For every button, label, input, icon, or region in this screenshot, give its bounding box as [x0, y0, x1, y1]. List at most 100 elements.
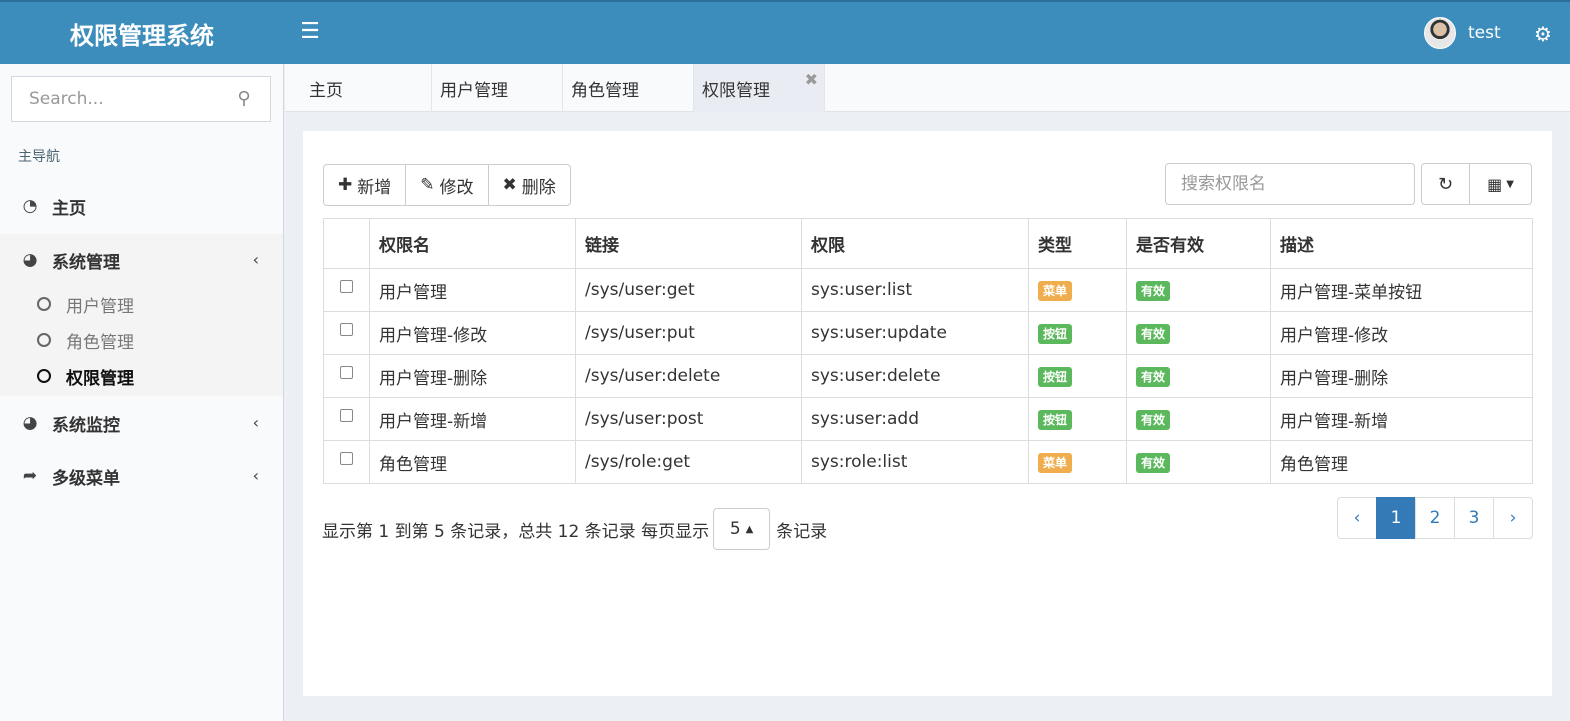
cell-type: 菜单	[1028, 268, 1127, 312]
status-badge: 有效	[1136, 366, 1171, 387]
sidebar-item-system-monitor[interactable]: ◕ 系统监控 ‹	[0, 397, 283, 449]
cell-url: /sys/user:delete	[575, 354, 802, 398]
add-button[interactable]: ✚ 新增	[323, 164, 407, 206]
table-row[interactable]: 用户管理-删除/sys/user:delete sys:user:delete 按钮…	[323, 354, 1533, 398]
cell-permission-name: 用户管理-修改	[369, 311, 576, 355]
row-checkbox[interactable]	[340, 322, 353, 336]
refresh-button[interactable]: ↻	[1421, 163, 1470, 205]
table-tools: ↻ ▦ ▼	[1421, 163, 1532, 205]
sidebar-item-multilevel-menu[interactable]: ➦ 多级菜单 ‹	[0, 450, 283, 502]
page-1[interactable]: 1	[1376, 497, 1416, 539]
tab-label: 权限管理	[702, 80, 770, 101]
table-row[interactable]: 用户管理-修改/sys/user:put sys:user:update 按钮 有效 用…	[323, 311, 1533, 355]
top-header: 权限管理系统 ☰ test ⚙	[0, 0, 1570, 64]
table-row[interactable]: 用户管理/sys/user:get sys:user:list 菜单 有效 用户管理-菜…	[323, 268, 1533, 312]
column-header[interactable]: 类型	[1028, 218, 1127, 269]
status-badge: 有效	[1136, 452, 1171, 473]
cell-description: 用户管理-删除	[1270, 354, 1533, 398]
table-row[interactable]: 用户管理-新增/sys/user:post sys:user:add 按钮 有效 用户管…	[323, 397, 1533, 441]
sidebar-subitem-label: 用户管理	[66, 296, 134, 317]
page-next[interactable]: ›	[1493, 497, 1533, 539]
app-logo[interactable]: 权限管理系统	[0, 2, 284, 64]
chevron-left-icon: ‹	[252, 466, 259, 485]
pagination-info: 显示第 1 到第 5 条记录，总共 12 条记录 每页显示 5 ▲ 条记录	[322, 508, 827, 550]
cell-permission: sys:user:delete	[801, 354, 1029, 398]
select-all-cell	[323, 218, 370, 269]
row-checkbox-cell	[323, 268, 370, 312]
caret-up-icon: ▲	[745, 523, 754, 535]
row-checkbox[interactable]	[340, 279, 353, 293]
cell-type: 菜单	[1028, 440, 1127, 484]
tab-home[interactable]: 主页	[285, 64, 432, 112]
cell-permission-name: 用户管理-删除	[369, 354, 576, 398]
row-checkbox[interactable]	[340, 365, 353, 379]
delete-button[interactable]: ✖ 删除	[487, 164, 571, 206]
sidebar-item-role-management[interactable]: 角色管理	[0, 322, 283, 358]
sidebar-item-label: 多级菜单	[52, 468, 120, 489]
row-checkbox-cell	[323, 311, 370, 355]
table-row[interactable]: 角色管理/sys/role:get sys:role:list 菜单 有效 角色管理	[323, 440, 1533, 484]
search-icon[interactable]: ⚲	[234, 89, 254, 109]
refresh-icon: ↻	[1437, 173, 1454, 195]
columns-toggle-button[interactable]: ▦ ▼	[1469, 163, 1532, 205]
table-body: 用户管理/sys/user:get sys:user:list 菜单 有效 用户管理-菜…	[323, 268, 1533, 484]
cell-valid: 有效	[1126, 268, 1271, 312]
page-prev[interactable]: ‹	[1337, 497, 1377, 539]
row-checkbox[interactable]	[340, 451, 353, 465]
row-checkbox[interactable]	[340, 408, 353, 422]
status-badge: 有效	[1136, 280, 1171, 301]
table-toolbar: ✚ 新增 ✎ 修改 ✖ 删除	[323, 164, 571, 206]
tab-permission-management[interactable]: 权限管理 ✖	[694, 64, 825, 112]
page-2[interactable]: 2	[1415, 497, 1455, 539]
column-header[interactable]: 描述	[1270, 218, 1533, 269]
circle-icon	[37, 297, 51, 311]
avatar	[1424, 17, 1456, 49]
cell-valid: 有效	[1126, 354, 1271, 398]
edit-button[interactable]: ✎ 修改	[405, 164, 489, 206]
sidebar-item-system-management[interactable]: ◕ 系统管理 ‹	[0, 234, 283, 286]
sidebar-item-permission-management[interactable]: 权限管理	[0, 358, 283, 394]
tab-label: 用户管理	[440, 80, 508, 101]
cell-permission-name: 用户管理-新增	[369, 397, 576, 441]
cell-valid: 有效	[1126, 397, 1271, 441]
column-header[interactable]: 是否有效	[1126, 218, 1271, 269]
remove-icon: ✖	[502, 175, 517, 195]
cell-type: 按钮	[1028, 311, 1127, 355]
page-size-value: 5	[729, 519, 741, 539]
plus-icon: ✚	[338, 175, 353, 195]
type-badge: 菜单	[1038, 452, 1073, 473]
sidebar-item-home[interactable]: ◔ 主页	[0, 180, 283, 232]
cell-type: 按钮	[1028, 397, 1127, 441]
tab-role-management[interactable]: 角色管理	[563, 64, 694, 112]
cell-permission: sys:user:add	[801, 397, 1029, 441]
edit-button-label: 修改	[439, 177, 474, 198]
column-header[interactable]: 链接	[575, 218, 802, 269]
sidebar-item-label: 系统管理	[52, 252, 120, 273]
cell-description: 用户管理-新增	[1270, 397, 1533, 441]
sidebar-subitem-label: 角色管理	[66, 332, 134, 353]
tab-user-management[interactable]: 用户管理	[432, 64, 563, 112]
cell-description: 角色管理	[1270, 440, 1533, 484]
page-3[interactable]: 3	[1454, 497, 1494, 539]
permission-table: 权限名 链接 权限 类型 是否有效 描述 用户管理/sys/user:get sy…	[323, 218, 1533, 484]
circle-icon	[37, 333, 51, 347]
row-checkbox-cell	[323, 397, 370, 441]
cell-url: /sys/user:post	[575, 397, 802, 441]
pagination: ‹ 1 2 3 ›	[1337, 497, 1533, 539]
cell-permission: sys:role:list	[801, 440, 1029, 484]
sidebar-item-user-management[interactable]: 用户管理	[0, 286, 283, 322]
cell-valid: 有效	[1126, 440, 1271, 484]
gears-icon[interactable]: ⚙	[1530, 22, 1556, 46]
column-header[interactable]: 权限名	[369, 218, 576, 269]
sidebar-search-input[interactable]	[12, 79, 222, 119]
delete-button-label: 删除	[521, 177, 556, 198]
user-menu[interactable]: test	[1424, 17, 1501, 49]
tab-bar: 主页 用户管理 角色管理 权限管理 ✖	[285, 64, 1570, 112]
column-header[interactable]: 权限	[801, 218, 1029, 269]
close-icon[interactable]: ✖	[805, 72, 818, 88]
page-size-dropdown[interactable]: 5 ▲	[713, 508, 771, 550]
sidebar-toggle-icon[interactable]: ☰	[298, 20, 322, 44]
table-search-input[interactable]	[1165, 163, 1415, 205]
cell-valid: 有效	[1126, 311, 1271, 355]
dashboard-icon: ◔	[22, 196, 38, 216]
